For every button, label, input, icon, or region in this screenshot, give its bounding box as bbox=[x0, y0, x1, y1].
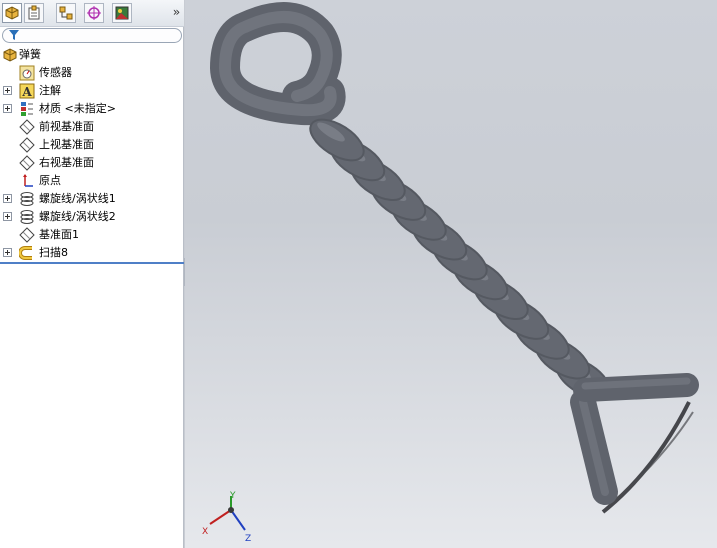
expand-panel-button[interactable]: » bbox=[173, 5, 180, 19]
tree-item-label: 右视基准面 bbox=[39, 156, 94, 169]
axis-triad: Y X Z bbox=[202, 491, 251, 544]
tree-item-helix-2[interactable]: 螺旋线/涡状线2 bbox=[0, 208, 184, 226]
spring-coils bbox=[309, 118, 611, 400]
triad-x-label: X bbox=[202, 527, 208, 537]
tree-item-material[interactable]: 材质 <未指定> bbox=[0, 100, 184, 118]
tree-item-origin[interactable]: 原点 bbox=[0, 172, 184, 190]
tree-filter-input[interactable] bbox=[2, 28, 182, 43]
helix-icon bbox=[20, 192, 34, 206]
property-manager-icon bbox=[28, 5, 40, 20]
tree-item-label: 螺旋线/涡状线1 bbox=[39, 192, 116, 205]
feature-manager-panel: » 弹簧 传感器 A 注解 材质 <未指定> 前视基准面 上视基准面 右视基准面… bbox=[0, 0, 184, 548]
tree-item-right-plane[interactable]: 右视基准面 bbox=[0, 154, 184, 172]
expand-toggle[interactable] bbox=[3, 194, 12, 203]
tree-item-label: 材质 <未指定> bbox=[39, 102, 116, 115]
tree-item-plane-1[interactable]: 基准面1 bbox=[0, 226, 184, 244]
expand-toggle[interactable] bbox=[3, 104, 12, 113]
tree-item-label: 原点 bbox=[39, 174, 61, 187]
tab-configuration-manager[interactable] bbox=[56, 3, 76, 23]
tree-item-helix-1[interactable]: 螺旋线/涡状线1 bbox=[0, 190, 184, 208]
tab-property-manager[interactable] bbox=[24, 3, 44, 23]
filter-icon bbox=[9, 30, 19, 40]
panel-tab-bar: » bbox=[0, 0, 184, 27]
dimxpert-manager-icon bbox=[87, 6, 101, 20]
tree-item-label: 螺旋线/涡状线2 bbox=[39, 210, 116, 223]
tree-item-top-plane[interactable]: 上视基准面 bbox=[0, 136, 184, 154]
tree-root-label: 弹簧 bbox=[19, 48, 41, 61]
tree-root-part[interactable]: 弹簧 bbox=[0, 46, 184, 64]
annotation-icon: A bbox=[19, 83, 35, 99]
rollback-bar[interactable] bbox=[0, 262, 184, 264]
tree-item-label: 传感器 bbox=[39, 66, 72, 79]
configuration-manager-icon bbox=[59, 6, 73, 20]
display-manager-icon bbox=[115, 6, 129, 20]
tree-item-annotations[interactable]: A 注解 bbox=[0, 82, 184, 100]
plane-icon bbox=[19, 155, 35, 171]
svg-text:A: A bbox=[21, 85, 32, 99]
part-icon bbox=[3, 48, 17, 62]
tab-display-manager[interactable] bbox=[112, 3, 132, 23]
tree-item-label: 注解 bbox=[39, 84, 61, 97]
feature-manager-icon bbox=[5, 6, 19, 20]
sweep-icon bbox=[19, 246, 32, 260]
triad-y-label: Y bbox=[229, 491, 236, 501]
helix-icon bbox=[20, 210, 34, 224]
spring-model: Y X Z bbox=[202, 2, 699, 544]
tree-item-label: 前视基准面 bbox=[39, 120, 94, 133]
tree-item-front-plane[interactable]: 前视基准面 bbox=[0, 118, 184, 136]
tree-item-label: 上视基准面 bbox=[39, 138, 94, 151]
expand-toggle[interactable] bbox=[3, 86, 12, 95]
origin-icon bbox=[23, 174, 33, 187]
sensor-icon bbox=[19, 65, 35, 81]
expand-toggle[interactable] bbox=[3, 212, 12, 221]
tab-feature-manager[interactable] bbox=[2, 3, 22, 23]
tree-item-label: 基准面1 bbox=[39, 228, 79, 241]
triad-z-label: Z bbox=[245, 534, 251, 544]
plane-icon bbox=[19, 227, 35, 243]
tab-dimxpert-manager[interactable] bbox=[84, 3, 104, 23]
tree-item-sensors[interactable]: 传感器 bbox=[0, 64, 184, 82]
tree-item-sweep[interactable]: 扫描8 bbox=[0, 244, 184, 262]
material-icon bbox=[21, 102, 33, 116]
plane-icon bbox=[19, 119, 35, 135]
plane-icon bbox=[19, 137, 35, 153]
expand-toggle[interactable] bbox=[3, 248, 12, 257]
tree-item-label: 扫描8 bbox=[39, 246, 68, 259]
graphics-viewport[interactable]: Y X Z bbox=[185, 0, 717, 548]
